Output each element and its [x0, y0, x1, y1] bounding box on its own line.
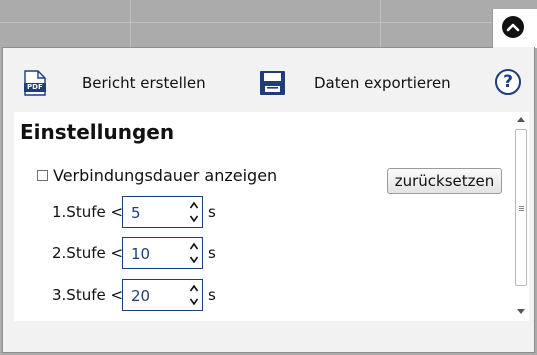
export-data-button[interactable]: [260, 71, 285, 99]
scrollbar-grip: [519, 210, 524, 211]
level-1-value[interactable]: 5: [131, 204, 141, 222]
level-2-stepper[interactable]: 10: [122, 237, 203, 269]
spin-arrows-icon[interactable]: [189, 200, 199, 224]
level-1-unit: s: [208, 203, 216, 221]
create-report-label[interactable]: Bericht erstellen: [82, 74, 206, 92]
level-1-label: 1.Stufe <: [52, 203, 124, 221]
map-line: [130, 0, 131, 47]
level-2-label: 2.Stufe <: [52, 244, 124, 262]
panel-top-border: [2, 47, 493, 48]
spin-arrows-icon[interactable]: [189, 241, 199, 265]
level-1-stepper[interactable]: 5: [122, 196, 203, 228]
level-2-row: 2.Stufe < 10 s: [52, 237, 216, 269]
settings-title: Einstellungen: [20, 120, 175, 144]
pdf-icon: PDF: [24, 70, 46, 96]
help-icon[interactable]: ?: [495, 69, 521, 95]
level-3-unit: s: [208, 286, 216, 304]
settings-scrollbar[interactable]: [513, 112, 529, 321]
pdf-icon-text: PDF: [27, 83, 43, 91]
level-2-unit: s: [208, 244, 216, 262]
scroll-down-arrow-icon[interactable]: [517, 309, 525, 315]
chevron-up-icon[interactable]: [502, 16, 524, 38]
map-line: [0, 22, 537, 23]
scrollbar-grip: [519, 206, 524, 207]
level-3-stepper[interactable]: 20: [122, 279, 203, 311]
export-data-label[interactable]: Daten exportieren: [314, 74, 451, 92]
level-1-row: 1.Stufe < 5 s: [52, 196, 216, 228]
show-duration-row[interactable]: Verbindungsdauer anzeigen: [37, 166, 277, 185]
help-label: ?: [503, 72, 513, 92]
show-duration-label[interactable]: Verbindungsdauer anzeigen: [53, 166, 277, 185]
map-line: [380, 0, 381, 47]
scrollbar-thumb[interactable]: [515, 129, 527, 286]
reset-button[interactable]: zurücksetzen: [387, 168, 502, 194]
level-3-row: 3.Stufe < 20 s: [52, 279, 216, 311]
save-icon: [260, 71, 285, 99]
level-2-value[interactable]: 10: [131, 245, 150, 263]
scroll-up-arrow-icon[interactable]: [517, 116, 525, 122]
spin-arrows-icon[interactable]: [189, 283, 199, 307]
level-3-label: 3.Stufe <: [52, 286, 124, 304]
collapse-panel-tab[interactable]: [492, 9, 537, 48]
settings-section: Einstellungen Verbindungsdauer anzeigen …: [14, 112, 528, 321]
show-duration-checkbox[interactable]: [37, 170, 48, 181]
level-3-value[interactable]: 20: [131, 287, 150, 305]
scrollbar-grip: [519, 208, 524, 209]
create-report-button[interactable]: PDF: [24, 70, 46, 96]
